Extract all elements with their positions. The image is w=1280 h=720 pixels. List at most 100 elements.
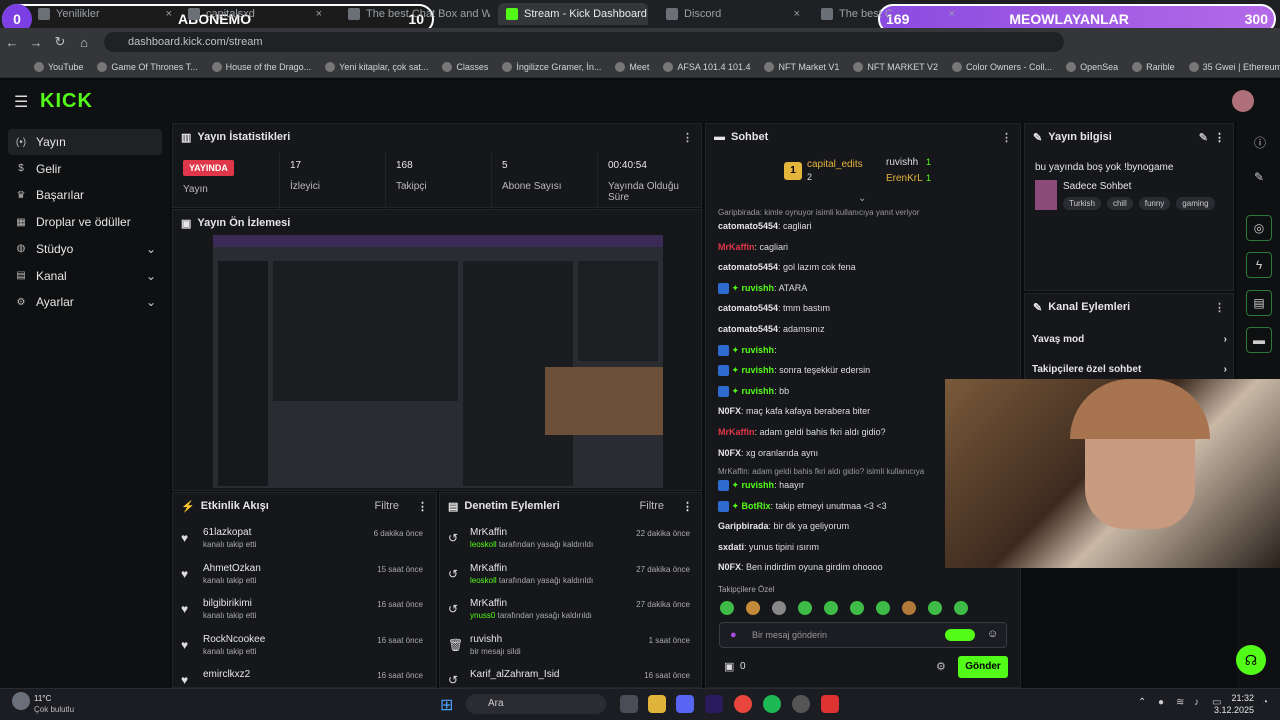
- clock-date[interactable]: 3.12.2025: [1214, 705, 1254, 715]
- bookmark-item[interactable]: İngilizce Gramer, İn...: [502, 61, 601, 72]
- emote-icon[interactable]: [928, 601, 942, 615]
- bot-toggle[interactable]: [945, 629, 975, 641]
- bookmark-item[interactable]: Rarible: [1132, 61, 1175, 72]
- send-button[interactable]: Gönder: [958, 656, 1008, 678]
- home-icon[interactable]: ⌂: [72, 35, 96, 50]
- tray-chevron-icon[interactable]: ⌃: [1138, 697, 1146, 708]
- more-icon[interactable]: ⋮: [1214, 301, 1225, 314]
- action-slow-mode[interactable]: Yavaş mod ›: [1032, 334, 1227, 345]
- sidebar-item[interactable]: ♛ Başarılar: [8, 182, 162, 208]
- chat-username[interactable]: N0FX: [718, 406, 741, 416]
- gear-icon[interactable]: ⚙: [936, 660, 946, 673]
- browser-tab[interactable]: Yenilikler ×: [30, 3, 180, 25]
- kick-logo[interactable]: KICK: [40, 90, 93, 113]
- bookmark-item[interactable]: Yeni kitaplar, çok sat...: [325, 61, 428, 72]
- back-icon[interactable]: ←: [0, 35, 24, 50]
- info-icon[interactable]: ⓘ: [1254, 134, 1266, 151]
- bookmark-item[interactable]: Color Owners - Coll...: [952, 61, 1052, 72]
- more-icon[interactable]: ⋮: [1214, 131, 1225, 144]
- app-icon[interactable]: [821, 695, 839, 713]
- chevron-down-icon[interactable]: ⌄: [146, 242, 156, 256]
- microphone-icon[interactable]: ●: [1158, 697, 1164, 708]
- url-field[interactable]: dashboard.kick.com/stream: [104, 32, 1064, 52]
- stream-preview-video[interactable]: [213, 235, 663, 488]
- chat-username[interactable]: Garipbirada: [718, 521, 769, 531]
- chat-username[interactable]: catomato5454: [718, 262, 778, 272]
- notification-icon[interactable]: ◔: [1262, 697, 1268, 708]
- bookmark-item[interactable]: OpenSea: [1066, 61, 1118, 72]
- pencil-icon[interactable]: ✎: [1254, 170, 1264, 184]
- emote-icon[interactable]: [902, 601, 916, 615]
- menu-icon[interactable]: ☰: [14, 92, 28, 112]
- chat-icon[interactable]: ▬: [1246, 327, 1272, 353]
- bookmark-item[interactable]: Meet: [615, 61, 649, 72]
- tag-chip[interactable]: gaming: [1176, 197, 1215, 210]
- discord-icon[interactable]: [676, 695, 694, 713]
- chat-username[interactable]: MrKaffin: [718, 242, 755, 252]
- chat-username[interactable]: N0FX: [718, 448, 741, 458]
- bookmark-item[interactable]: House of the Drago...: [211, 61, 311, 72]
- emote-icon[interactable]: [850, 601, 864, 615]
- support-icon[interactable]: ☊: [1236, 645, 1266, 675]
- premiere-icon[interactable]: [705, 695, 723, 713]
- chat-username[interactable]: catomato5454: [718, 324, 778, 334]
- bolt-icon[interactable]: ϟ: [1246, 252, 1272, 278]
- bookmark-item[interactable]: YouTube: [34, 61, 83, 72]
- tag-chip[interactable]: Turkish: [1063, 197, 1101, 210]
- sidebar-item[interactable]: ▦ Droplar ve ödüller: [8, 209, 162, 235]
- chat-username[interactable]: sxdati: [718, 542, 744, 552]
- chevron-down-icon[interactable]: ⌄: [146, 295, 156, 309]
- tool-button[interactable]: ◎: [1246, 215, 1272, 241]
- sidebar-item[interactable]: (•) Yayın: [8, 129, 162, 155]
- emote-icon[interactable]: [954, 601, 968, 615]
- wifi-icon[interactable]: ≋: [1176, 697, 1184, 708]
- forward-icon[interactable]: →: [24, 35, 48, 50]
- volume-icon[interactable]: ♪: [1194, 697, 1199, 708]
- task-view-icon[interactable]: [620, 695, 638, 713]
- reload-icon[interactable]: ↻: [48, 34, 72, 50]
- clock-time[interactable]: 21:32: [1228, 693, 1254, 703]
- bookmark-item[interactable]: Classes: [442, 61, 488, 72]
- sidebar-item[interactable]: ◍ Stüdyo ⌄: [8, 236, 162, 262]
- close-icon[interactable]: ×: [166, 8, 172, 20]
- browser-tab[interactable]: The best C ×: [813, 3, 963, 25]
- chrome-icon[interactable]: [734, 695, 752, 713]
- chat-username[interactable]: catomato5454: [718, 221, 778, 231]
- more-icon[interactable]: ⋮: [682, 500, 693, 513]
- chat-username[interactable]: ruvishh: [742, 480, 775, 490]
- emote-row[interactable]: [720, 601, 980, 615]
- more-icon[interactable]: ⋮: [1001, 131, 1012, 144]
- action-followers-only[interactable]: Takipçilere özel sohbet ›: [1032, 364, 1227, 375]
- chat-username[interactable]: ruvishh: [742, 365, 775, 375]
- sidebar-item[interactable]: ⚙ Ayarlar ⌄: [8, 289, 162, 315]
- browser-tab[interactable]: Stream - Kick Dashboard×: [498, 3, 648, 25]
- emote-icon[interactable]: [720, 601, 734, 615]
- filter-button[interactable]: Filtre: [375, 500, 399, 512]
- chat-username[interactable]: catomato5454: [718, 303, 778, 313]
- bookmark-item[interactable]: Game Of Thrones T...: [97, 61, 198, 72]
- chat-username[interactable]: MrKaffin: [718, 427, 755, 437]
- chat-username[interactable]: ruvishh: [742, 345, 775, 355]
- document-icon[interactable]: ▤: [1246, 290, 1272, 316]
- chat-username[interactable]: BotRix: [742, 501, 771, 511]
- gift-icon[interactable]: ▣: [724, 660, 734, 673]
- sidebar-item[interactable]: ▤ Kanal ⌄: [8, 263, 162, 289]
- chat-username[interactable]: N0FX: [718, 562, 741, 572]
- chevron-down-icon[interactable]: ⌄: [146, 269, 156, 283]
- emote-icon[interactable]: [772, 601, 786, 615]
- edit-icon[interactable]: ✎: [1199, 131, 1208, 144]
- chevron-down-icon[interactable]: ⌄: [858, 193, 866, 204]
- more-icon[interactable]: ⋮: [682, 131, 693, 144]
- more-icon[interactable]: ⋮: [417, 500, 428, 513]
- emote-icon[interactable]: [746, 601, 760, 615]
- browser-tab[interactable]: The best Chat Box and Widgets×: [340, 3, 490, 25]
- file-explorer-icon[interactable]: [648, 695, 666, 713]
- chat-username[interactable]: ruvishh: [742, 386, 775, 396]
- emote-icon[interactable]: [824, 601, 838, 615]
- bookmark-item[interactable]: NFT MARKET V2: [853, 61, 938, 72]
- emote-icon[interactable]: [876, 601, 890, 615]
- windows-start-icon[interactable]: ⊞: [440, 695, 453, 715]
- close-icon[interactable]: ×: [316, 8, 322, 20]
- microphone-icon[interactable]: ●: [730, 629, 737, 641]
- close-icon[interactable]: ×: [949, 8, 955, 20]
